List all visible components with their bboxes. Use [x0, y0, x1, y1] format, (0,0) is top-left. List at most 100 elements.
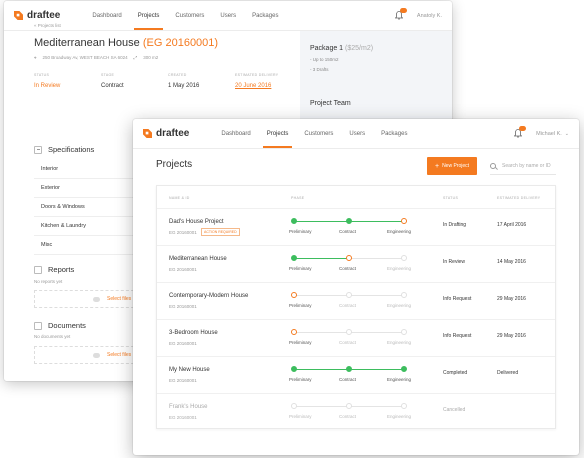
phase-progress: Preliminary Contract Engineering	[289, 217, 411, 241]
documents-header: Documents	[34, 321, 86, 330]
column-header-name[interactable]: NAME & ID	[169, 196, 190, 200]
meta-label: STATUS	[34, 73, 50, 77]
phase-node	[401, 255, 407, 261]
nav-users[interactable]: Users	[212, 1, 244, 30]
meta-label: ESTIMATED DELIVERY	[235, 73, 279, 77]
delivery-date: Delivered	[497, 370, 519, 376]
phase-node	[291, 292, 297, 298]
nav-projects[interactable]: Projects	[259, 119, 297, 148]
phase-label: Engineering	[387, 303, 412, 308]
meta-value[interactable]: 20 June 2016	[235, 83, 302, 89]
search-icon	[490, 162, 496, 169]
column-header-delivery[interactable]: ESTIMATED DELIVERY	[497, 196, 540, 200]
table-row[interactable]: Frank's House EG 20160001 Preliminary Contr…	[157, 393, 555, 430]
project-name[interactable]: My New House	[169, 367, 210, 373]
user-menu[interactable]: Michael K.	[536, 131, 562, 137]
project-name: Mediterranean House	[34, 37, 140, 49]
project-name[interactable]: Dad's House Project	[169, 219, 224, 225]
phase-progress: Preliminary Contract Engineering	[289, 402, 411, 426]
cloud-upload-icon	[93, 297, 100, 302]
spec-item[interactable]: Doors & Windows	[41, 204, 85, 210]
phase-node	[291, 218, 297, 224]
status-text: Completed	[443, 370, 468, 376]
project-id: EG 20160001	[169, 378, 197, 383]
nav-projects[interactable]: Projects	[130, 1, 168, 30]
phase-label: Engineering	[387, 340, 412, 345]
table-row[interactable]: Dad's House Project EG 20160001 ACTION REQ…	[157, 208, 555, 245]
status-text: Info Request	[443, 296, 472, 302]
report-icon	[34, 265, 42, 274]
phase-label: Preliminary	[289, 303, 312, 308]
meta-value: In Review	[34, 83, 61, 89]
search-input[interactable]: Search by name or ID	[490, 157, 556, 175]
table-row[interactable]: 3-Bedroom House EG 20160001 Preliminary Con…	[157, 319, 555, 356]
specifications-header[interactable]: Specifications	[34, 145, 94, 154]
collapse-icon[interactable]	[34, 145, 42, 154]
chevron-down-icon[interactable]: ⌄	[565, 131, 569, 137]
column-header-status[interactable]: STATUS	[443, 196, 458, 200]
phase-label: Contract	[339, 414, 357, 419]
spec-item[interactable]: Misc	[41, 242, 52, 248]
reports-dropzone[interactable]: Select files	[34, 290, 134, 308]
column-header-phase[interactable]: PHASE	[291, 196, 304, 200]
action-required-badge: ACTION REQUIRED	[201, 228, 240, 236]
spec-item[interactable]: Exterior	[41, 185, 60, 191]
notifications-bell-icon[interactable]	[394, 8, 407, 20]
nav-dashboard[interactable]: Dashboard	[213, 119, 258, 148]
nav-dashboard[interactable]: Dashboard	[84, 1, 129, 30]
plus-icon: +	[434, 162, 440, 170]
notifications-bell-icon[interactable]	[513, 126, 527, 138]
project-name[interactable]: 3-Bedroom House	[169, 330, 218, 336]
top-nav: draftee Dashboard Projects Customers Users P…	[133, 119, 579, 149]
phase-node	[346, 255, 352, 261]
documents-select-files[interactable]: Select files	[107, 352, 131, 358]
specifications-title: Specifications	[48, 145, 95, 154]
table-row[interactable]: My New House EG 20160001 Preliminary Contra…	[157, 356, 555, 393]
nav-packages[interactable]: Packages	[373, 119, 415, 148]
new-project-button[interactable]: + New Project	[427, 157, 477, 175]
brand-logo[interactable]: draftee	[14, 10, 60, 21]
phase-node	[291, 255, 297, 261]
nav-customers[interactable]: Customers	[167, 1, 212, 30]
projects-list-window: draftee Dashboard Projects Customers Users P…	[133, 119, 579, 455]
phase-label: Preliminary	[289, 414, 312, 419]
project-name[interactable]: Mediterranean House	[169, 256, 227, 262]
delivery-date: 29 May 2016	[497, 333, 526, 339]
spec-item[interactable]: Kitchen & Laundry	[41, 223, 86, 229]
search-placeholder: Search by name or ID	[502, 162, 551, 169]
notification-count-badge	[519, 126, 527, 131]
phase-progress: Preliminary Contract Engineering	[289, 328, 411, 352]
page-title: Projects	[156, 159, 193, 170]
table-row[interactable]: Contemporary-Modern House EG 20160001 Prel…	[157, 282, 555, 319]
phase-label: Contract	[339, 377, 357, 382]
table-row[interactable]: Mediterranean House EG 20160001 Preliminar…	[157, 245, 555, 282]
documents-dropzone[interactable]: Select files	[34, 346, 134, 364]
location-pin-icon: ⌖	[34, 55, 37, 60]
breadcrumb[interactable]: « Projects list	[34, 23, 61, 28]
phase-label: Preliminary	[289, 377, 312, 382]
reports-select-files[interactable]: Select files	[107, 296, 131, 302]
phase-label: Contract	[339, 229, 357, 234]
nav-packages[interactable]: Packages	[244, 1, 286, 30]
project-id: EG 20160001	[169, 304, 197, 309]
brand-logo[interactable]: draftee	[143, 128, 189, 139]
project-address: 250 Broadway Av, WEST BEACH SA 6024	[42, 55, 128, 60]
project-title: Mediterranean House (EG 20160001)	[34, 37, 218, 49]
delivery-date: 29 May 2016	[497, 296, 526, 302]
phase-node	[291, 366, 297, 372]
nav-customers[interactable]: Customers	[296, 119, 341, 148]
package-title: Package 1 ($25/m2)	[310, 45, 442, 52]
divider	[34, 235, 134, 236]
top-nav: draftee Dashboard Projects Customers Users P…	[4, 1, 452, 31]
spec-item[interactable]: Interior	[41, 166, 58, 172]
user-menu[interactable]: Anatoly K.	[417, 13, 442, 19]
project-name[interactable]: Contemporary-Modern House	[169, 293, 248, 299]
status-text: In Review	[443, 259, 465, 265]
meta-label: STAGE	[101, 73, 115, 77]
brand-name: draftee	[156, 128, 190, 139]
status-text: In Drafting	[443, 222, 467, 228]
nav-users[interactable]: Users	[341, 119, 373, 148]
phase-label: Contract	[339, 266, 357, 271]
project-name[interactable]: Frank's House	[169, 404, 208, 410]
divider	[34, 197, 134, 198]
